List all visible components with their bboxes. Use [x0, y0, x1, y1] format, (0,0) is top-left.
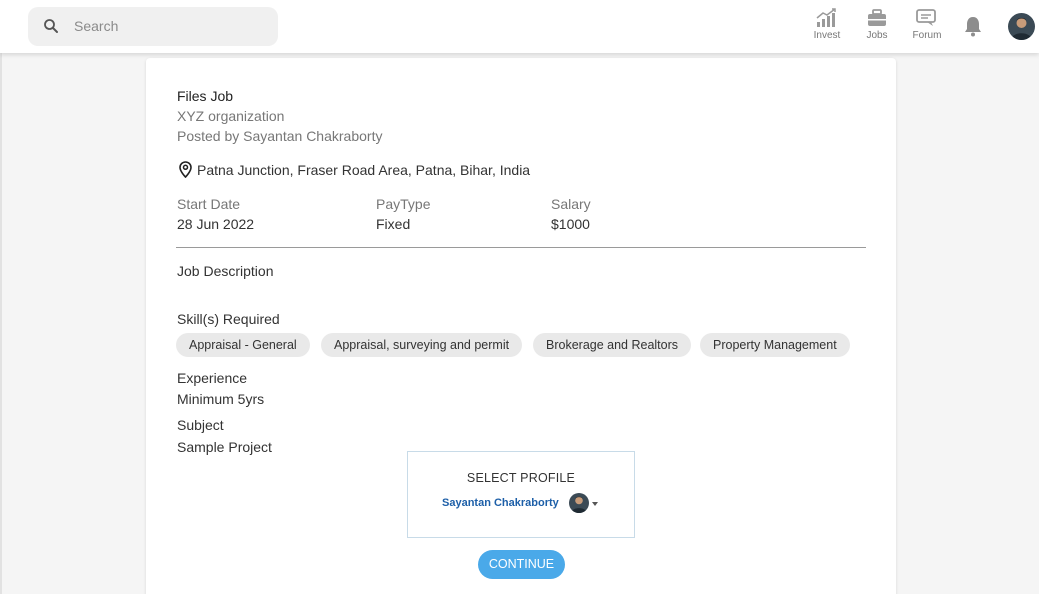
job-organization: XYZ organization	[177, 108, 285, 124]
subject-label: Subject	[177, 417, 224, 433]
continue-button[interactable]: CONTINUE	[478, 550, 565, 579]
nav-jobs[interactable]: Jobs	[857, 8, 897, 44]
skill-chip: Appraisal, surveying and permit	[321, 333, 523, 357]
start-date-label: Start Date	[177, 196, 241, 212]
nav-invest-label: Invest	[813, 30, 841, 41]
bell-icon[interactable]	[962, 14, 984, 38]
avatar-image	[1008, 13, 1035, 40]
skill-chip: Property Management	[700, 333, 850, 357]
nav-forum-label: Forum	[912, 30, 942, 41]
chart-bars-icon	[816, 8, 836, 27]
salary-label: Salary	[551, 196, 591, 212]
experience-value: Minimum 5yrs	[177, 391, 265, 407]
skill-chip: Brokerage and Realtors	[533, 333, 692, 357]
left-edge	[0, 53, 2, 594]
job-posted-by: Posted by Sayantan Chakraborty	[177, 128, 383, 144]
salary-value: $1000	[551, 216, 590, 232]
select-profile-box: SELECT PROFILE Sayantan Chakraborty	[407, 451, 635, 538]
search-bar[interactable]	[28, 7, 278, 46]
job-description-label: Job Description	[177, 263, 274, 279]
paytype-value: Fixed	[376, 216, 411, 232]
top-bar: Invest Jobs Forum	[0, 0, 1039, 53]
search-icon	[44, 19, 58, 33]
skill-chip: Appraisal - General	[176, 333, 310, 357]
nav-invest[interactable]: Invest	[807, 8, 847, 44]
subject-value: Sample Project	[177, 439, 272, 455]
user-avatar[interactable]	[1008, 13, 1035, 40]
job-location: Patna Junction, Fraser Road Area, Patna,…	[197, 162, 531, 178]
chevron-down-icon	[592, 502, 598, 506]
section-divider	[176, 247, 866, 248]
location-pin-icon	[179, 161, 192, 178]
start-date-value: 28 Jun 2022	[177, 216, 255, 232]
experience-label: Experience	[177, 370, 248, 386]
nav-jobs-label: Jobs	[866, 30, 888, 41]
search-input[interactable]	[74, 15, 264, 37]
profile-avatar-image	[569, 493, 589, 513]
job-card: Files Job XYZ organization Posted by Say…	[146, 58, 896, 594]
profile-name: Sayantan Chakraborty	[442, 497, 559, 509]
select-profile-title: SELECT PROFILE	[466, 471, 576, 485]
nav-forum[interactable]: Forum	[907, 8, 947, 44]
chat-icon	[916, 9, 936, 26]
profile-avatar	[569, 493, 589, 513]
skills-label: Skill(s) Required	[177, 311, 280, 327]
paytype-label: PayType	[376, 196, 431, 212]
briefcase-icon	[868, 9, 886, 26]
job-title: Files Job	[177, 88, 234, 104]
profile-dropdown[interactable]: Sayantan Chakraborty	[408, 490, 634, 518]
